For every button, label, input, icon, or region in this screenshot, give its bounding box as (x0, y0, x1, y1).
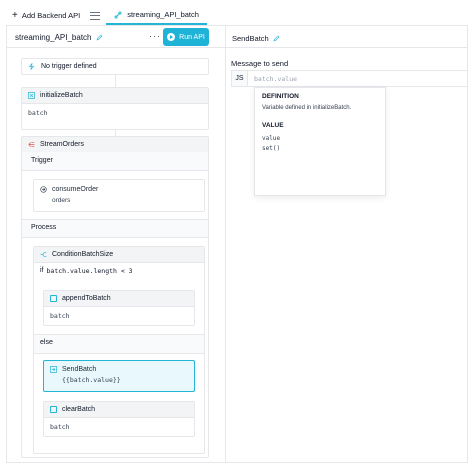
block-header: initializeBatch (22, 88, 208, 104)
block-header: appendToBatch (44, 291, 194, 307)
add-backend-api-label: Add Backend API (21, 11, 81, 20)
clear-batch-block[interactable]: clearBatch batch (43, 401, 195, 437)
block-header: consumeOrder (34, 180, 204, 193)
hamburger-menu-icon[interactable] (90, 11, 101, 20)
definition-text: Variable defined in initializeBatch. (262, 105, 352, 111)
api-link-icon (114, 10, 122, 19)
process-section-label: Process (31, 224, 57, 231)
panel-divider (225, 26, 226, 462)
editor-frame: streaming_API_batch ··· Run API No trigg… (6, 26, 468, 463)
more-options-button[interactable]: ··· (149, 31, 161, 41)
else-section-bar (34, 334, 204, 354)
message-to-send-label: Message to send (231, 59, 289, 68)
value-heading: VALUE (262, 122, 284, 129)
pencil-icon[interactable] (273, 35, 280, 42)
consume-order-block[interactable]: consumeOrder orders (33, 179, 205, 212)
block-value: batch (50, 312, 70, 320)
autocomplete-popup: DEFINITION Variable defined in initializ… (254, 87, 386, 196)
connector-line (115, 75, 116, 87)
send-batch-block[interactable]: SendBatch {{batch.value}} (43, 360, 195, 392)
block-value: batch (50, 423, 70, 431)
block-value: batch (28, 109, 48, 117)
tab-streaming-api-batch[interactable]: streaming_API_batch (106, 6, 207, 25)
block-header: StreamOrders (22, 137, 208, 153)
step-editor-header: SendBatch (226, 26, 467, 48)
block-title: SendBatch (62, 366, 97, 373)
condition-icon (40, 252, 47, 257)
stream-icon (28, 142, 35, 147)
trigger-placeholder[interactable]: No trigger defined (21, 58, 209, 75)
option-value[interactable]: value (262, 135, 378, 142)
append-to-batch-block[interactable]: appendToBatch batch (43, 290, 195, 326)
step-name-label: SendBatch (232, 34, 269, 43)
run-api-button[interactable]: Run API (163, 28, 209, 46)
flow-header: streaming_API_batch ··· Run API (7, 26, 225, 48)
trigger-section-label: Trigger (31, 157, 53, 164)
block-title: consumeOrder (52, 186, 99, 193)
block-title: initializeBatch (40, 92, 83, 99)
definition-heading: DEFINITION (262, 93, 299, 100)
message-value: batch.value (254, 74, 298, 83)
block-title: clearBatch (62, 406, 96, 413)
lightning-icon (28, 63, 35, 70)
block-title: ConditionBatchSize (52, 251, 114, 258)
block-value: orders (52, 197, 71, 204)
consume-icon (40, 186, 47, 193)
message-input[interactable]: JS batch.value (231, 70, 468, 87)
condition-expr: batch.value.length < 3 (46, 267, 133, 275)
step-name[interactable]: SendBatch (232, 34, 280, 43)
tab-label: streaming_API_batch (127, 10, 199, 19)
initialize-batch-block[interactable]: initializeBatch batch (21, 87, 209, 130)
action-icon (50, 406, 57, 413)
add-backend-api-button[interactable]: + Add Backend API (6, 6, 86, 25)
option-set[interactable]: set() (262, 145, 378, 152)
else-label: else (40, 339, 53, 346)
plus-icon: + (12, 9, 18, 21)
run-api-label: Run API (179, 33, 205, 41)
pencil-icon[interactable] (96, 34, 103, 41)
if-keyword: if (40, 267, 44, 274)
top-tab-bar: + Add Backend API streaming_API_batch (6, 6, 468, 26)
variable-icon (28, 92, 35, 99)
block-title: appendToBatch (62, 295, 111, 302)
block-header: clearBatch (44, 402, 194, 418)
api-name[interactable]: streaming_API_batch (15, 33, 103, 42)
trigger-label: No trigger defined (41, 63, 97, 70)
block-header: ConditionBatchSize (34, 247, 204, 263)
play-icon (167, 33, 176, 41)
action-icon (50, 295, 57, 302)
block-value: {{batch.value}} (62, 376, 121, 384)
block-title: StreamOrders (40, 141, 84, 148)
block-header: SendBatch (44, 361, 194, 373)
js-toggle[interactable]: JS (232, 71, 248, 86)
send-icon (50, 366, 57, 373)
value-options: value set() (262, 135, 378, 152)
condition-expression: if batch.value.length < 3 (34, 263, 204, 279)
api-name-label: streaming_API_batch (15, 33, 92, 42)
